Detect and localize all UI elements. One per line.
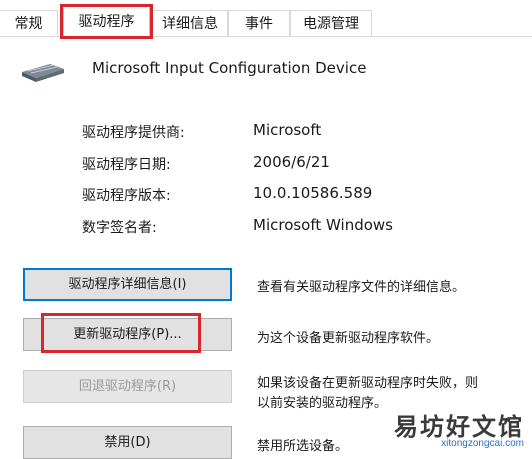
version-value: 10.0.10586.589 <box>253 184 373 202</box>
roll-back-description-line2: 以前安装的驱动程序。 <box>257 396 388 411</box>
driver-details-description: 查看有关驱动程序文件的详细信息。 <box>257 280 466 295</box>
device-name: Microsoft Input Configuration Device <box>92 59 367 77</box>
tab-bar: 常规 驱动程序 详细信息 事件 电源管理 <box>0 0 532 37</box>
signer-value: Microsoft Windows <box>253 216 393 234</box>
roll-back-driver-button[interactable]: 回退驱动程序(R) <box>23 370 232 403</box>
disable-device-button[interactable]: 禁用(D) <box>23 426 232 459</box>
watermark: 易坊好文馆 xitongzongcai.com <box>394 405 532 457</box>
keyboard-device-icon <box>22 64 64 82</box>
watermark-url: xitongzongcai.com <box>441 438 524 449</box>
version-label: 驱动程序版本: <box>82 188 171 204</box>
tab-events[interactable]: 事件 <box>228 10 290 36</box>
disable-description: 禁用所选设备。 <box>257 439 349 454</box>
update-driver-description: 为这个设备更新驱动程序软件。 <box>257 331 440 346</box>
date-value: 2006/6/21 <box>253 153 330 171</box>
signer-label: 数字签名者: <box>82 220 157 236</box>
roll-back-description-line1: 如果该设备在更新驱动程序时失败，则 <box>257 376 479 391</box>
update-driver-button[interactable]: 更新驱动程序(P)... <box>23 318 232 351</box>
tab-power-management[interactable]: 电源管理 <box>290 10 372 36</box>
watermark-logo-text: 易坊好文馆 <box>394 413 524 441</box>
date-label: 驱动程序日期: <box>82 157 171 173</box>
tab-driver[interactable]: 驱动程序 <box>63 6 150 37</box>
tab-details[interactable]: 详细信息 <box>152 10 228 36</box>
provider-label: 驱动程序提供商: <box>82 125 185 141</box>
provider-value: Microsoft <box>253 121 322 139</box>
tab-general[interactable]: 常规 <box>0 10 58 36</box>
driver-details-button[interactable]: 驱动程序详细信息(I) <box>23 268 232 301</box>
